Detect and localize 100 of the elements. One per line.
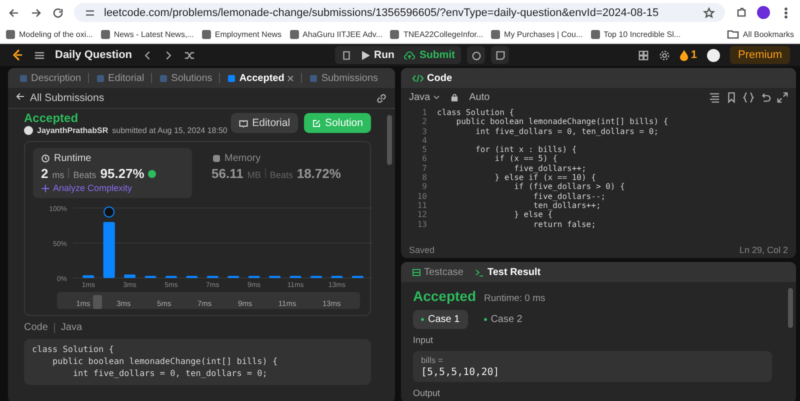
cloud-upload-icon [404, 50, 416, 60]
line-number: 10 [416, 192, 428, 201]
panel-tab[interactable]: Editorial [91, 72, 150, 84]
logo-icon[interactable] [10, 48, 24, 62]
stat-unit: ms [52, 170, 64, 180]
panel-tab[interactable]: Description [14, 72, 86, 84]
scrollbar[interactable] [788, 288, 793, 328]
favicon-icon [491, 30, 500, 38]
all-bookmarks-button[interactable]: All Bookmarks [742, 30, 794, 38]
line-number: 11 [416, 200, 428, 210]
close-icon[interactable] [287, 74, 294, 82]
beats-value: 18.72% [296, 166, 341, 181]
submit-button[interactable]: Submit [404, 49, 456, 61]
tab-icon [475, 268, 484, 276]
code-block: class Solution { public boolean lemonadeChange(int[] bills) { int five_dollars = 0, ten_dollars = 0; [24, 339, 371, 385]
line-number: 8 [421, 173, 428, 182]
submission-status: Accepted [24, 111, 80, 125]
code-icon [412, 74, 424, 82]
profile-avatar[interactable] [757, 6, 770, 19]
case-tab[interactable]: Case 1 [413, 310, 468, 329]
submitted-time: submitted at Aug 15, 2024 18:50 [112, 126, 228, 135]
stat-value: 2 [41, 166, 48, 181]
bookmark-item[interactable]: TNEA22CollegeInfor... [403, 30, 484, 38]
code-line: class Solution { [437, 108, 514, 118]
favicon-icon [100, 30, 110, 38]
beats-value: 95.27% [100, 166, 144, 181]
stat-unit: MB [247, 170, 261, 180]
panel-tab[interactable]: Solutions [154, 72, 218, 84]
panel-tab[interactable]: Testcase [407, 266, 468, 278]
username[interactable]: JayanthPrathabSR [37, 126, 108, 135]
address-bar[interactable]: leetcode.com/problems/lemonade-change/submissions/1356596605/?envType=daily-question&envId=2024-08-15 [74, 3, 725, 22]
line-number: 7 [421, 164, 428, 174]
panel-tab[interactable]: Code [407, 72, 457, 84]
line-number: 4 [421, 136, 428, 146]
runtime-text: Runtime: 0 ms [484, 293, 546, 304]
cursor-position: Ln 29, Col 2 [739, 245, 788, 255]
back-icon [8, 6, 20, 18]
stat-card[interactable]: Runtime 2 ms Beats 95.27% Analyze Complexity [33, 148, 192, 198]
scrollbar[interactable] [387, 115, 392, 165]
beats-label: Beats [270, 170, 293, 180]
undo-icon [760, 92, 771, 102]
code-line: return false; [532, 220, 596, 229]
language-select[interactable]: Java [409, 92, 440, 102]
layout-icon [638, 50, 649, 60]
panel-tab[interactable]: Test Result [470, 266, 546, 278]
tab-icon [159, 74, 168, 82]
back-arrow-icon [16, 92, 25, 101]
stat-card[interactable]: Memory 56.11 MB Beats 18.72% [204, 148, 362, 198]
beats-label: Beats [73, 170, 96, 180]
bookmark-item[interactable]: Top 10 Incredible Sl... [604, 30, 681, 38]
bookmark-item[interactable]: News - Latest News,... [114, 30, 194, 38]
code-line: if (x == 5) { [494, 154, 558, 164]
book-icon [239, 118, 248, 128]
bookmark-item[interactable]: Modeling of the oxi... [19, 30, 93, 38]
line-number: 1 [421, 108, 428, 118]
mode-label[interactable]: Auto [469, 92, 490, 102]
favicon-icon [202, 30, 211, 38]
tab-icon [227, 74, 236, 82]
run-button[interactable]: Run [362, 49, 394, 61]
variable-name: bills = [421, 355, 444, 365]
code-label: Code [24, 322, 48, 333]
code-line: five_dollars--; [532, 192, 606, 201]
range-handle[interactable] [93, 295, 102, 309]
code-line: if (five_dollars > 0) { [513, 182, 625, 192]
panel-tab[interactable]: Accepted [222, 72, 300, 84]
streak-count[interactable]: 1 [690, 49, 697, 61]
expand-icon [777, 92, 788, 102]
flame-icon [680, 50, 688, 60]
line-number: 13 [416, 220, 428, 229]
bookmark-item[interactable]: Employment News [214, 30, 282, 38]
case-tab[interactable]: Case 2 [476, 310, 530, 329]
save-status: Saved [409, 245, 435, 255]
favicon-icon [290, 30, 299, 38]
link-icon [376, 92, 387, 104]
favicon-icon [6, 30, 15, 38]
bookmark-item[interactable]: AhaGuru IITJEE Adv... [302, 30, 382, 38]
line-number: 5 [421, 145, 428, 154]
back-link[interactable]: All Submissions [16, 92, 104, 104]
premium-button[interactable]: Premium [730, 46, 790, 64]
bookmark-item[interactable]: My Purchases | Cou... [504, 30, 583, 38]
line-number: 9 [421, 182, 428, 192]
line-number: 6 [421, 154, 428, 164]
tab-icon [309, 74, 318, 82]
user-avatar[interactable] [706, 48, 720, 62]
stat-label: Memory [224, 153, 261, 164]
folder-icon [726, 28, 739, 40]
reload-icon [52, 6, 64, 18]
note-icon [494, 50, 506, 60]
list-icon [34, 50, 45, 60]
chevron-down-icon [433, 94, 440, 100]
panel-tab[interactable]: Submissions [304, 72, 384, 84]
output-label: Output [413, 388, 442, 398]
code-line: } else { [513, 210, 553, 220]
daily-question-title[interactable]: Daily Question [55, 49, 132, 61]
code-line: ten_dollars++; [532, 200, 601, 210]
user-avatar-marker [104, 206, 115, 218]
bookmark-icon [726, 92, 737, 102]
tab-icon [96, 74, 106, 82]
variable-value: [5,5,5,10,20] [421, 367, 500, 378]
editorial-button[interactable]: Editorial [231, 113, 298, 133]
